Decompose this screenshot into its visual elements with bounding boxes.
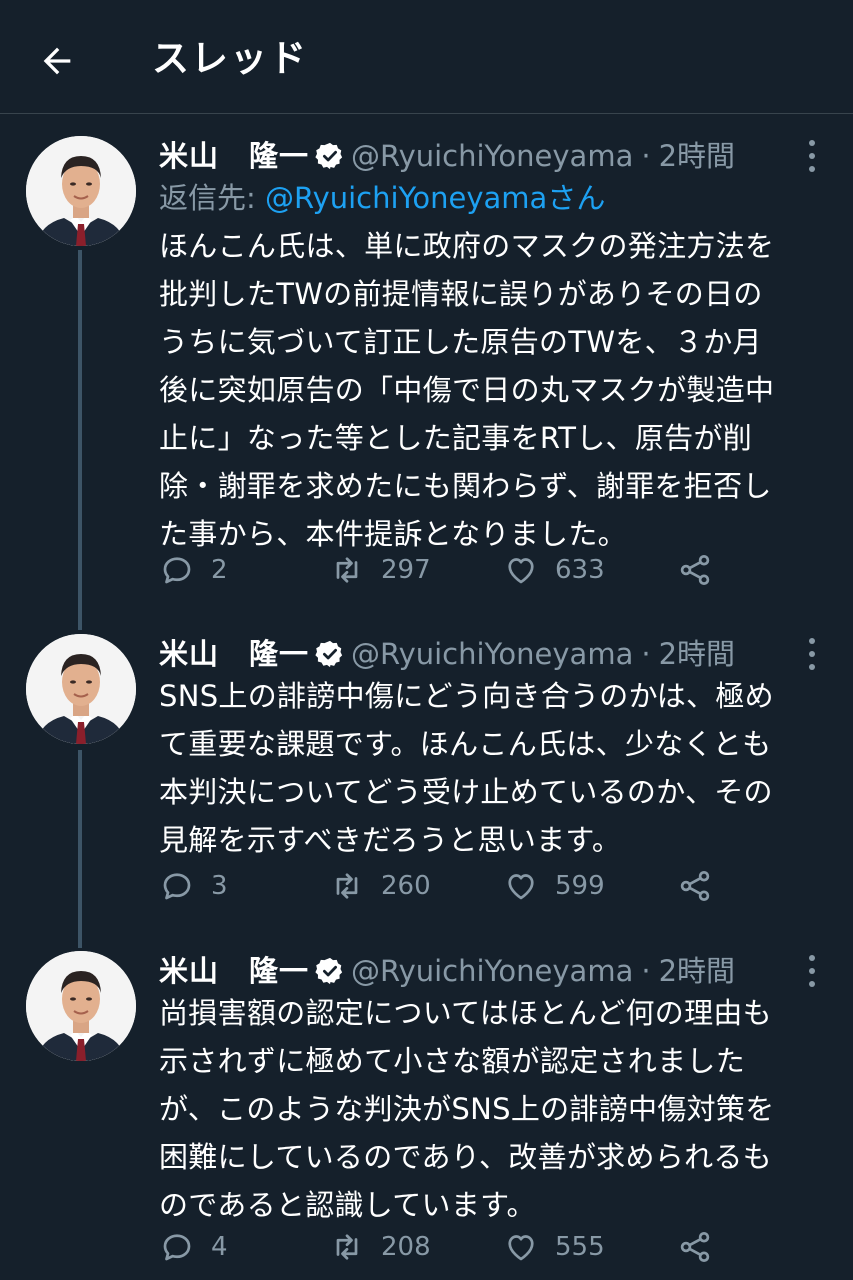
like-count: 633 (555, 555, 605, 585)
user-handle[interactable]: @RyuichiYoneyama (351, 951, 633, 991)
tweet-text: SNS上の誹謗中傷にどう向き合うのかは、極め て重要な課題です。ほんこん氏は、少… (159, 679, 774, 857)
reply-count: 4 (211, 1232, 228, 1262)
tweet-text: 尚損害額の認定についてはほとんど何の理由も 示されずに極めて小さな額が認定されま… (159, 996, 775, 1222)
display-name[interactable]: 米山 隆一 (159, 136, 309, 176)
profile-photo (26, 136, 136, 246)
replying-to: 返信先: @RyuichiYoneyamaさん (159, 178, 605, 218)
tweet-actions: 2 297 633 (159, 550, 729, 590)
reply-button[interactable]: 3 (159, 866, 228, 906)
more-options-icon[interactable] (800, 638, 824, 670)
share-icon (680, 1232, 710, 1262)
like-button[interactable]: 555 (503, 1227, 605, 1267)
verified-badge-icon (315, 640, 343, 668)
verified-badge-icon (315, 957, 343, 985)
retweet-icon (336, 1234, 358, 1260)
like-count: 555 (555, 1232, 605, 1262)
tweet-text: ほんこん氏は、単に政府のマスクの発注方法を 批判したTWの前提情報に誤りがありそ… (159, 229, 775, 551)
like-count: 599 (555, 871, 605, 901)
tweet-actions: 3 260 599 (159, 866, 729, 906)
heart-icon (508, 558, 534, 584)
avatar[interactable] (26, 136, 136, 246)
tweet[interactable]: 米山 隆一 @RyuichiYoneyama · 2時間 返信先: @Ryuic… (0, 136, 853, 616)
heart-icon (508, 874, 534, 900)
heart-icon (508, 1235, 534, 1261)
more-options-icon[interactable] (800, 955, 824, 987)
top-bar: スレッド (0, 0, 853, 114)
reply-button[interactable]: 4 (159, 1227, 228, 1267)
display-name[interactable]: 米山 隆一 (159, 634, 309, 674)
profile-photo (26, 634, 136, 744)
page-title: スレッド (152, 37, 308, 80)
user-handle[interactable]: @RyuichiYoneyama (351, 136, 633, 176)
timestamp[interactable]: 2時間 (659, 136, 735, 176)
tweet-header: 米山 隆一 @RyuichiYoneyama · 2時間 (159, 634, 735, 674)
like-button[interactable]: 633 (503, 550, 605, 590)
avatar[interactable] (26, 634, 136, 744)
tweet-header: 米山 隆一 @RyuichiYoneyama · 2時間 (159, 136, 735, 176)
tweet-body: 米山 隆一 @RyuichiYoneyama · 2時間 尚損害額の認定について… (159, 951, 829, 1271)
display-name[interactable]: 米山 隆一 (159, 951, 309, 991)
profile-photo (26, 951, 136, 1061)
separator-dot: · (641, 139, 651, 173)
tweet-actions: 4 208 555 (159, 1227, 729, 1267)
share-button[interactable] (677, 550, 729, 590)
tweet[interactable]: 米山 隆一 @RyuichiYoneyama · 2時間 尚損害額の認定について… (0, 951, 853, 1280)
reply-icon (163, 1234, 191, 1261)
tweet-header: 米山 隆一 @RyuichiYoneyama · 2時間 (159, 951, 735, 991)
share-button[interactable] (677, 1227, 729, 1267)
retweet-icon (336, 557, 358, 583)
timestamp[interactable]: 2時間 (659, 634, 735, 674)
retweet-count: 260 (381, 871, 431, 901)
reply-icon (163, 873, 191, 900)
like-button[interactable]: 599 (503, 866, 605, 906)
tweet-body: 米山 隆一 @RyuichiYoneyama · 2時間 SNS上の誹謗中傷にど… (159, 634, 829, 924)
retweet-count: 208 (381, 1232, 431, 1262)
share-button[interactable] (677, 866, 729, 906)
separator-dot: · (641, 637, 651, 671)
reply-count: 3 (211, 871, 228, 901)
replying-to-label: 返信先: (159, 181, 265, 215)
retweet-icon (336, 873, 358, 899)
replying-to-link[interactable]: @RyuichiYoneyamaさん (265, 181, 605, 215)
user-handle[interactable]: @RyuichiYoneyama (351, 634, 633, 674)
reply-button[interactable]: 2 (159, 550, 228, 590)
avatar[interactable] (26, 951, 136, 1061)
verified-badge-icon (315, 142, 343, 170)
share-icon (680, 555, 710, 585)
retweet-button[interactable]: 208 (329, 1227, 431, 1267)
retweet-count: 297 (381, 555, 431, 585)
timestamp[interactable]: 2時間 (659, 951, 735, 991)
share-icon (680, 871, 710, 901)
tweet[interactable]: 米山 隆一 @RyuichiYoneyama · 2時間 SNS上の誹謗中傷にど… (0, 634, 853, 924)
more-options-icon[interactable] (800, 140, 824, 172)
tweet-body: 米山 隆一 @RyuichiYoneyama · 2時間 返信先: @Ryuic… (159, 136, 829, 616)
arrow-left-icon (43, 47, 71, 75)
retweet-button[interactable]: 260 (329, 866, 431, 906)
separator-dot: · (641, 954, 651, 988)
reply-count: 2 (211, 555, 228, 585)
reply-icon (163, 557, 191, 584)
retweet-button[interactable]: 297 (329, 550, 431, 590)
back-button[interactable] (34, 38, 80, 84)
